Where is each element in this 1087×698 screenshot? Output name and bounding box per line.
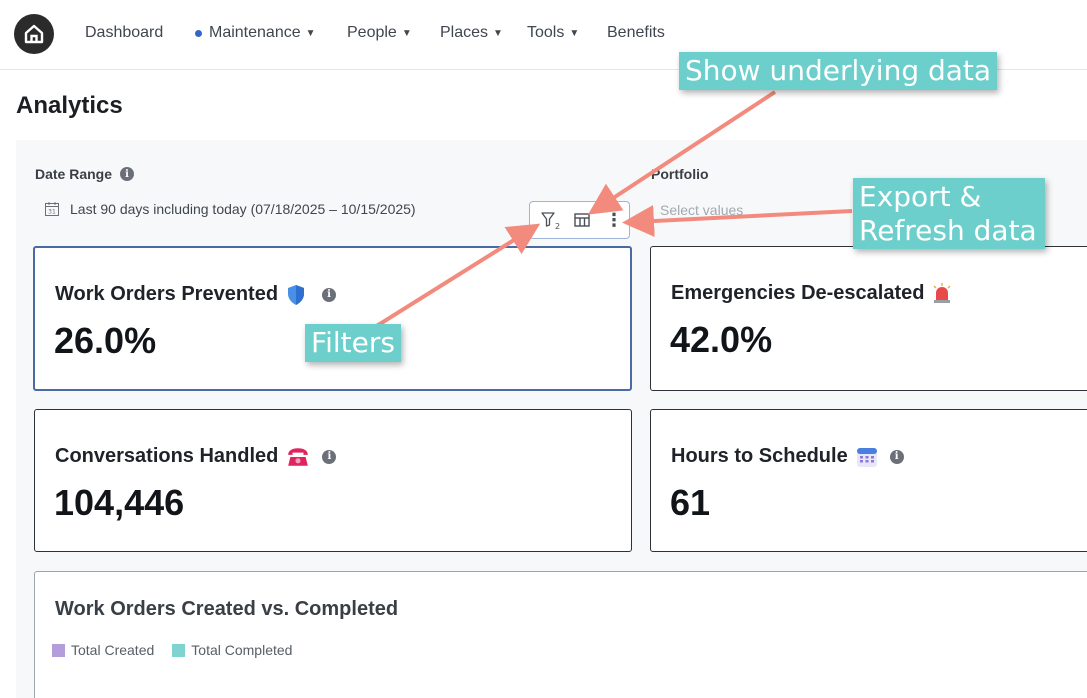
portfolio-select[interactable]: Select values (660, 202, 743, 218)
more-options-button[interactable]: ⋮ (602, 208, 626, 232)
page-title: Analytics (16, 92, 123, 119)
calendar-icon: 31 (45, 202, 59, 216)
card-title-text: Work Orders Prevented (55, 283, 279, 305)
kpi-card-work-orders-prevented[interactable]: Work Orders Prevented i 26.0% (33, 246, 632, 391)
more-vertical-icon: ⋮ (605, 210, 623, 230)
callout-export-line2: Refresh data (859, 213, 1037, 247)
nav-label: Benefits (607, 24, 665, 41)
legend-item-created[interactable]: Total Created (52, 642, 154, 658)
filter-count: 2 (555, 222, 560, 231)
legend-label: Total Created (71, 642, 155, 658)
card-value: 42.0% (670, 319, 773, 360)
calendar-icon (856, 447, 877, 467)
chart-title: Work Orders Created vs. Completed (55, 598, 399, 620)
date-range-label: Date Range i (35, 166, 135, 182)
shield-icon (288, 284, 305, 305)
chart-legend: Total Created Total Completed (52, 642, 292, 658)
nav-label: People (347, 24, 397, 41)
callout-export-refresh: Export & Refresh data (853, 178, 1045, 250)
info-icon[interactable]: i (322, 287, 337, 302)
nav-label: Tools (527, 24, 565, 41)
info-icon[interactable]: i (889, 449, 904, 464)
nav-label: Places (440, 24, 489, 41)
nav-places[interactable]: Places ▼ (440, 24, 503, 42)
active-dot-icon (195, 29, 202, 37)
info-icon[interactable]: i (322, 449, 337, 464)
card-value: 104,446 (54, 482, 185, 523)
callout-export-line1: Export & (859, 180, 982, 213)
telephone-icon (288, 447, 309, 466)
portfolio-label: Portfolio (651, 166, 709, 182)
info-icon[interactable]: i (120, 167, 135, 181)
card-title-text: Conversations Handled (55, 445, 279, 467)
card-value: 26.0% (54, 320, 157, 361)
caret-down-icon: ▼ (569, 27, 580, 39)
siren-icon (933, 282, 951, 303)
kpi-card-hours-to-schedule[interactable]: Hours to Schedule i 61 (650, 409, 1087, 552)
card-title: Conversations Handled i (55, 445, 337, 468)
legend-label: Total Completed (191, 642, 293, 658)
chart-toolbar: 2 ⋮ (529, 201, 630, 239)
legend-swatch (52, 643, 65, 657)
date-range-picker[interactable]: 31 Last 90 days including today (07/18/2… (44, 201, 416, 217)
filter-icon: 2 (541, 212, 560, 231)
svg-text:31: 31 (48, 209, 56, 216)
caret-down-icon: ▼ (493, 27, 503, 39)
date-range-value: Last 90 days including today (07/18/2025… (70, 201, 416, 217)
date-range-label-text: Date Range (35, 166, 113, 182)
callout-filters: Filters (305, 324, 401, 362)
card-title: Emergencies De-escalated (671, 282, 952, 305)
legend-item-completed[interactable]: Total Completed (172, 642, 292, 658)
card-title-text: Emergencies De-escalated (671, 282, 925, 304)
caret-down-icon: ▼ (401, 27, 412, 39)
nav-people[interactable]: People ▼ (347, 24, 412, 42)
caret-down-icon: ▼ (305, 27, 316, 39)
nav-label: Maintenance (209, 24, 301, 41)
card-value: 61 (670, 482, 711, 523)
nav-label: Dashboard (85, 24, 164, 41)
legend-swatch (172, 643, 186, 657)
portfolio-label-text: Portfolio (651, 166, 709, 182)
nav-benefits[interactable]: Benefits (607, 24, 665, 42)
nav-maintenance[interactable]: Maintenance ▼ (195, 24, 316, 42)
callout-show-underlying-data: Show underlying data (679, 52, 998, 90)
nav-dashboard[interactable]: Dashboard (85, 24, 163, 42)
kpi-card-emergencies-de-escalated[interactable]: Emergencies De-escalated 42.0% (650, 246, 1087, 391)
card-title-text: Hours to Schedule (671, 445, 848, 467)
chart-card: Work Orders Created vs. Completed (34, 571, 1087, 698)
show-data-button[interactable] (570, 208, 594, 232)
nav-tools[interactable]: Tools ▼ (527, 24, 579, 42)
card-title: Work Orders Prevented i (55, 283, 337, 306)
home-logo-icon[interactable] (14, 14, 54, 54)
kpi-card-conversations-handled[interactable]: Conversations Handled i 104,446 (34, 409, 632, 552)
filter-button[interactable]: 2 (538, 208, 562, 232)
table-icon (574, 213, 590, 227)
card-title: Hours to Schedule i (671, 445, 904, 468)
